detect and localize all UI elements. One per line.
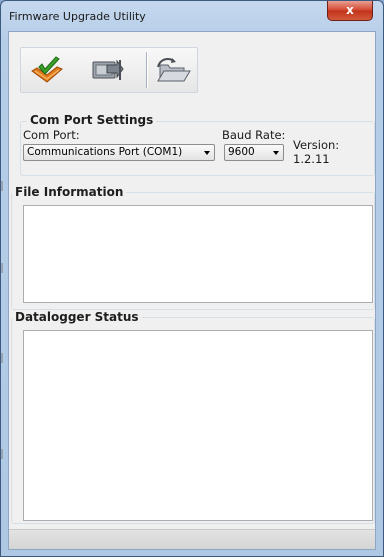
window-edge-mark	[1, 449, 3, 459]
close-button[interactable]: x	[327, 1, 373, 21]
main-panel: Com Port Settings Com Port: Communicatio…	[8, 31, 376, 550]
open-button[interactable]	[153, 51, 193, 89]
datalogger-status-title: Datalogger Status	[12, 310, 142, 324]
file-information-textbox[interactable]	[23, 205, 373, 303]
baud-rate-select[interactable]: 9600	[224, 144, 284, 161]
toolbar-separator	[146, 52, 148, 88]
window-edge-mark	[1, 353, 3, 363]
status-bar	[9, 529, 375, 549]
open-folder-icon	[157, 58, 191, 82]
window-title: Firmware Upgrade Utility	[9, 10, 146, 23]
app-window: Firmware Upgrade Utility x Com Port Sett…	[0, 0, 384, 557]
datalogger-status-textbox[interactable]	[23, 330, 373, 521]
com-port-settings-title: Com Port Settings	[27, 113, 157, 127]
baud-rate-label: Baud Rate:	[222, 128, 286, 142]
upgrade-button[interactable]	[27, 51, 67, 89]
checkmark-tray-icon	[31, 56, 63, 83]
send-button[interactable]	[87, 51, 127, 89]
com-port-settings-group: Com Port Settings Com Port: Communicatio…	[20, 113, 375, 176]
title-bar[interactable]: Firmware Upgrade Utility x	[1, 1, 383, 31]
chevron-down-icon	[273, 151, 279, 155]
chevron-down-icon	[204, 151, 210, 155]
baud-rate-value: 9600	[228, 146, 255, 158]
file-information-group: File Information	[11, 185, 375, 310]
version-label: Version: 1.2.11	[293, 138, 340, 166]
window-edge-mark	[1, 263, 3, 273]
com-port-value: Communications Port (COM1)	[27, 146, 183, 158]
window-edge-mark	[1, 181, 3, 191]
datalogger-status-group: Datalogger Status	[11, 310, 375, 524]
file-information-title: File Information	[12, 185, 127, 199]
com-port-select[interactable]: Communications Port (COM1)	[23, 144, 215, 161]
close-icon: x	[346, 3, 354, 17]
toolbar	[20, 47, 198, 93]
send-to-device-icon	[92, 59, 124, 80]
com-port-label: Com Port:	[23, 128, 80, 142]
